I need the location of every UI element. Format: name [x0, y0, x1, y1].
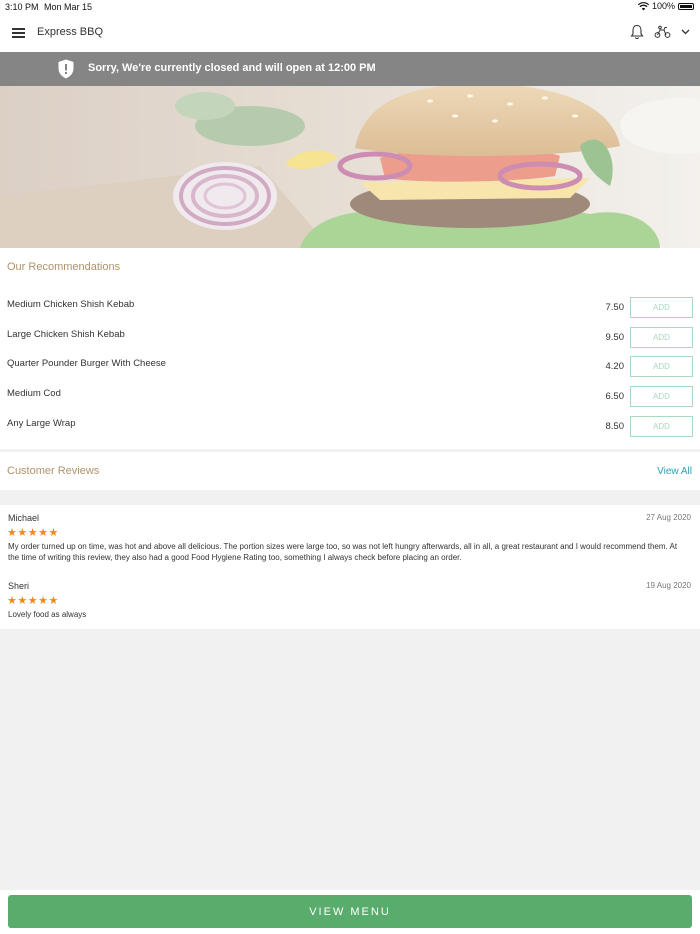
- star-rating: ★★★★★: [7, 527, 59, 539]
- item-name: Large Chicken Shish Kebab: [7, 329, 125, 340]
- add-button[interactable]: ADD: [630, 327, 693, 348]
- add-button[interactable]: ADD: [630, 386, 693, 407]
- reviews-header: Customer Reviews View All: [0, 452, 700, 490]
- list-item: Medium Cod 6.50 ADD: [0, 386, 700, 410]
- bell-icon[interactable]: [630, 24, 644, 40]
- app-header: Express BBQ: [0, 14, 700, 52]
- list-item: Any Large Wrap 8.50 ADD: [0, 416, 700, 440]
- wifi-icon: [637, 1, 649, 10]
- item-price: 6.50: [605, 391, 625, 402]
- reviews-title: Customer Reviews: [7, 465, 100, 477]
- menu-icon[interactable]: [12, 28, 25, 38]
- item-name: Any Large Wrap: [7, 418, 76, 429]
- status-time: 3:10 PM: [5, 2, 39, 12]
- item-name: Medium Chicken Shish Kebab: [7, 299, 135, 310]
- bottom-bar: VIEW MENU: [0, 890, 700, 934]
- list-item: Large Chicken Shish Kebab 9.50 ADD: [0, 327, 700, 351]
- view-menu-button[interactable]: VIEW MENU: [8, 895, 692, 928]
- reviewer-name: Michael: [8, 513, 40, 523]
- hero-burger-image: [0, 86, 700, 248]
- recommendations-title: Our Recommendations: [7, 261, 121, 273]
- add-button[interactable]: ADD: [630, 356, 693, 377]
- closed-banner: Sorry, We're currently closed and will o…: [0, 52, 700, 86]
- header-actions: [630, 24, 690, 40]
- chevron-down-icon[interactable]: [681, 29, 690, 35]
- item-name: Medium Cod: [7, 388, 61, 399]
- star-rating: ★★★★★: [7, 595, 59, 607]
- status-right: 100%: [637, 1, 694, 11]
- item-name: Quarter Pounder Burger With Cheese: [7, 358, 166, 369]
- item-price: 7.50: [605, 302, 625, 313]
- review-text: My order turned up on time, was hot and …: [8, 542, 678, 562]
- view-all-link[interactable]: View All: [657, 466, 692, 477]
- list-item: Medium Chicken Shish Kebab 7.50 ADD: [0, 297, 700, 321]
- battery-percent: 100%: [651, 1, 675, 11]
- status-bar: 3:10 PM Mon Mar 15 100%: [0, 0, 700, 14]
- review-date: 27 Aug 2020: [646, 513, 691, 522]
- shield-alert-icon: [58, 59, 74, 79]
- reviews-list: Michael 27 Aug 2020 ★★★★★ My order turne…: [0, 505, 700, 629]
- delivery-scooter-icon[interactable]: [654, 25, 671, 39]
- list-item: Quarter Pounder Burger With Cheese 4.20 …: [0, 356, 700, 380]
- review-text: Lovely food as always: [8, 610, 87, 619]
- closed-message: Sorry, We're currently closed and will o…: [88, 62, 376, 74]
- recommendations-section: Our Recommendations Medium Chicken Shish…: [0, 248, 700, 449]
- item-price: 4.20: [605, 361, 625, 372]
- item-price: 8.50: [605, 421, 625, 432]
- battery-icon: [678, 2, 694, 10]
- item-price: 9.50: [605, 332, 625, 343]
- review-date: 19 Aug 2020: [646, 581, 691, 590]
- add-button[interactable]: ADD: [630, 416, 693, 437]
- status-date: Mon Mar 15: [44, 2, 93, 12]
- add-button[interactable]: ADD: [630, 297, 693, 318]
- reviewer-name: Sheri: [8, 581, 30, 591]
- restaurant-title: Express BBQ: [37, 26, 104, 38]
